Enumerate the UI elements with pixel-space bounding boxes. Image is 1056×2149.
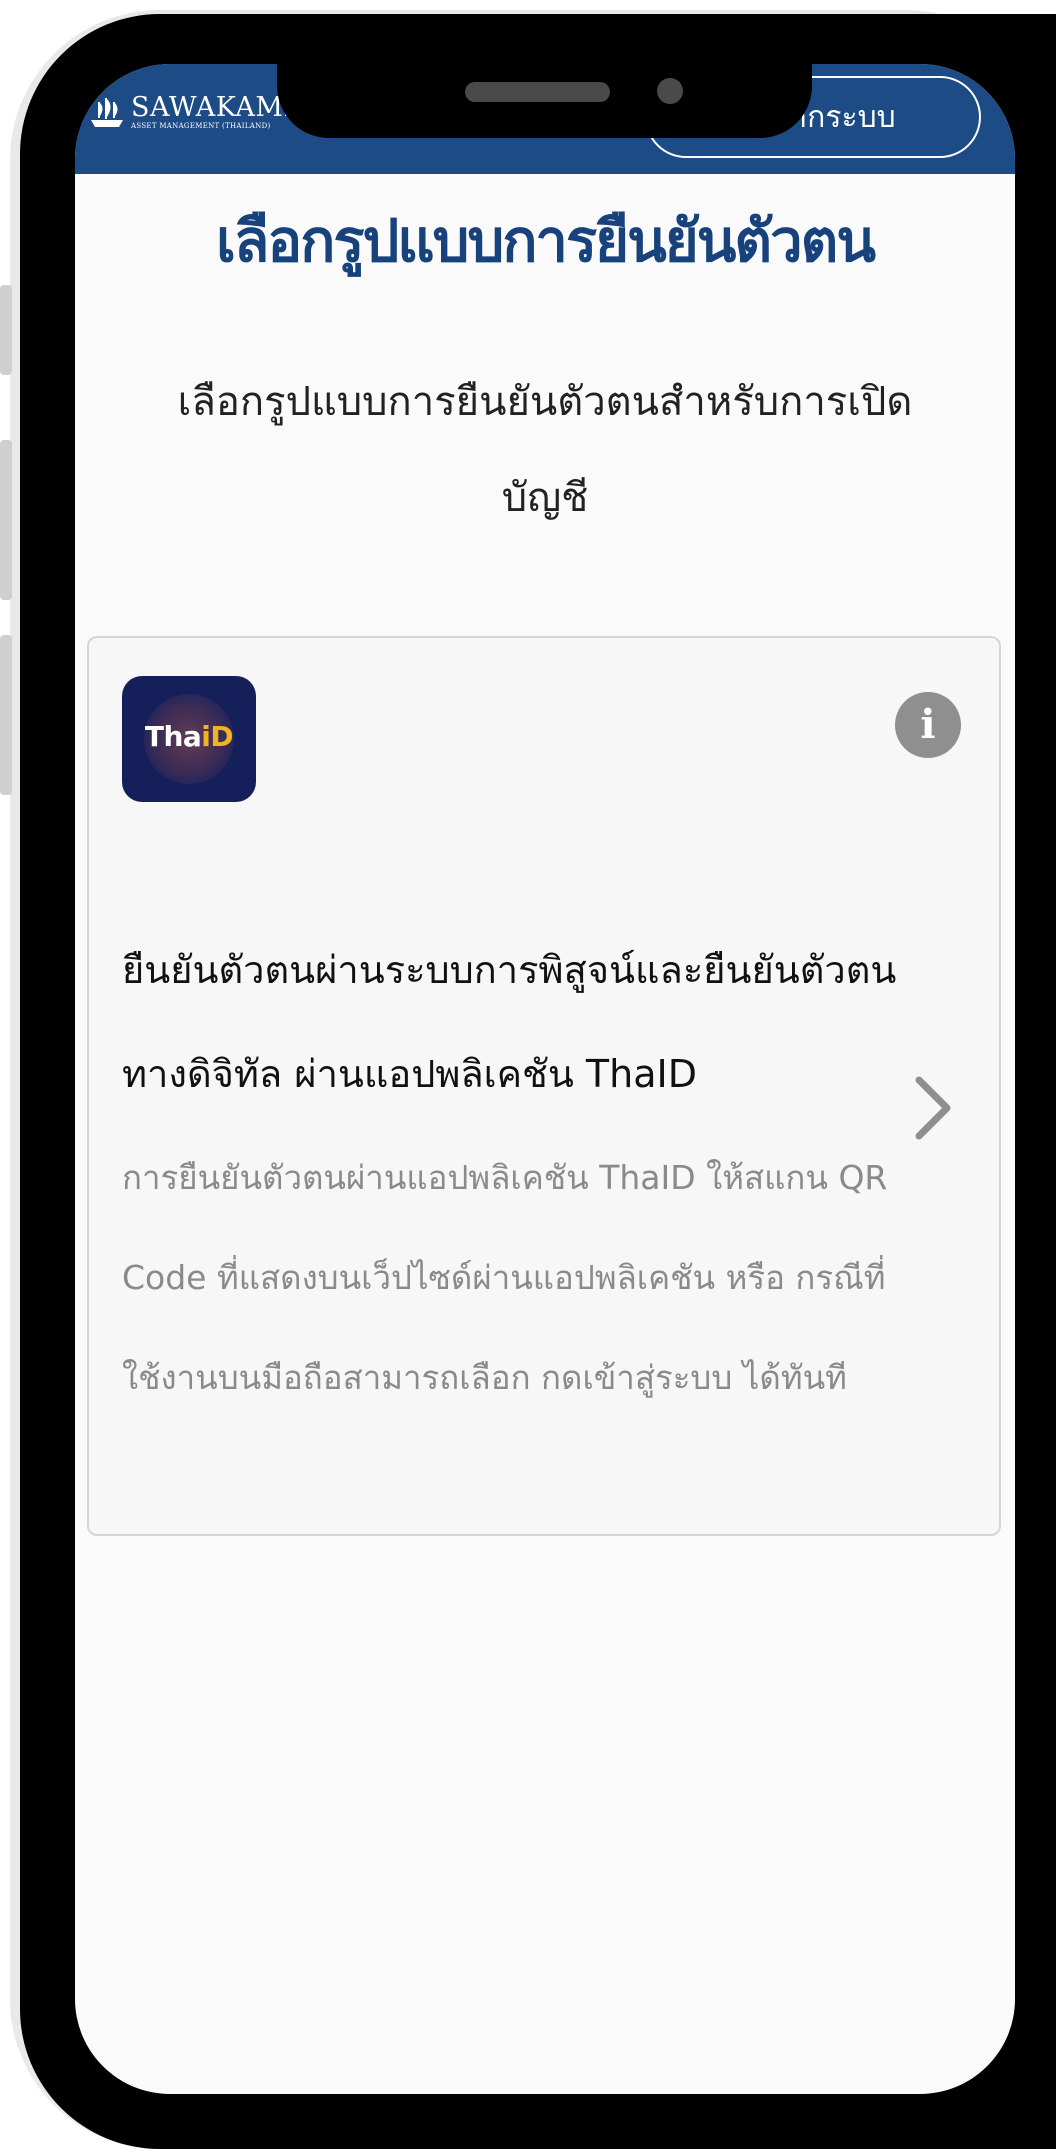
chevron-right-icon[interactable] — [909, 1068, 959, 1148]
side-button-volume-up — [0, 440, 12, 600]
side-button-mute — [0, 285, 12, 375]
phone-notch — [277, 64, 812, 138]
ship-logo-icon — [91, 98, 123, 127]
thaid-app-icon: ThaiD — [122, 676, 256, 802]
speaker-grille — [465, 82, 610, 102]
thaid-text-prefix: Tha — [144, 720, 202, 753]
screen: SAWAKAMI ASSET MANAGEMENT (THAILAND) ากร… — [75, 64, 1015, 2094]
page-title: เลือกรูปแบบการยืนยันตัวตน — [216, 207, 876, 275]
thaid-verification-option[interactable]: ThaiD i ยืนยันตัวตนผ่านระบบการพิสูจน์และ… — [87, 636, 1001, 1536]
option-title: ยืนยันตัวตนผ่านระบบการพิสูจน์และยืนยันตั… — [122, 948, 897, 1096]
brand-logo-block[interactable]: SAWAKAMI ASSET MANAGEMENT (THAILAND) — [87, 92, 295, 132]
info-icon[interactable]: i — [895, 692, 961, 758]
side-button-volume-down — [0, 635, 12, 795]
front-camera — [657, 78, 683, 104]
brand-name: SAWAKAMI — [131, 91, 295, 123]
page-subtitle: เลือกรูปแบบการยืนยันตัวตนสำหรับการเปิดบั… — [177, 379, 913, 521]
option-description: การยืนยันตัวตนผ่านแอปพลิเคชัน ThaID ให้ส… — [122, 1158, 888, 1397]
brand-subtitle: ASSET MANAGEMENT (THAILAND) — [131, 121, 271, 130]
thaid-text-suffix: iD — [201, 720, 234, 753]
thaid-logo-text: ThaiD — [122, 720, 256, 753]
